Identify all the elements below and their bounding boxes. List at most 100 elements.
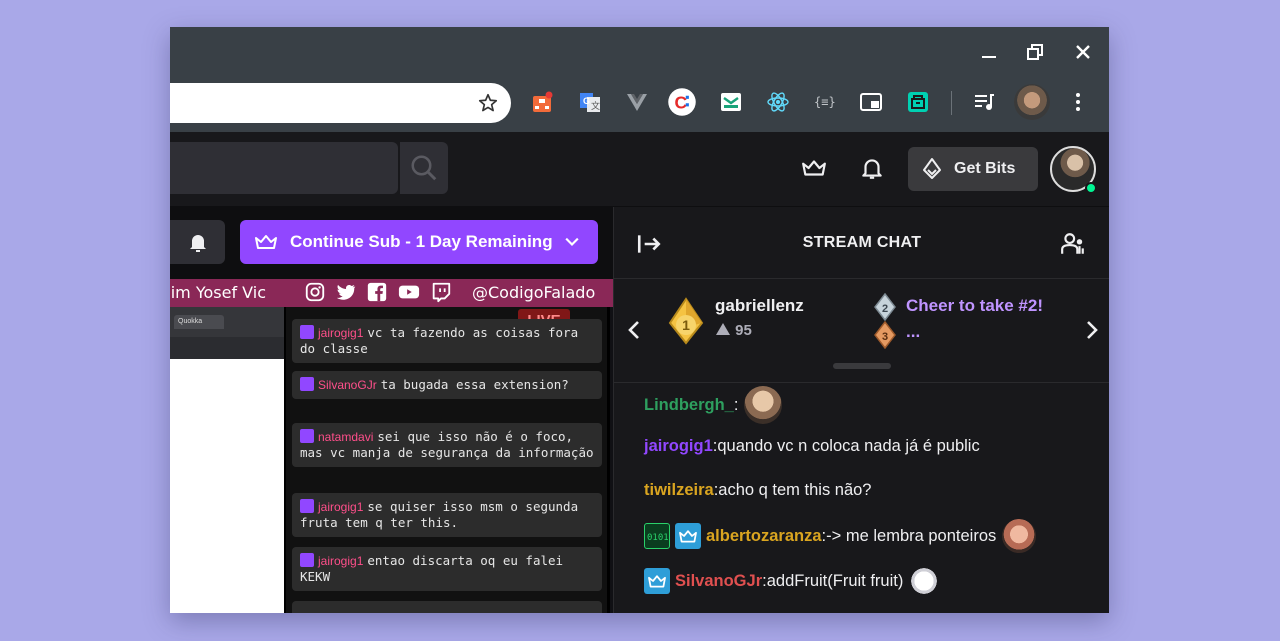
- overlay-username: SilvanoGJr: [318, 378, 377, 392]
- banner-names: Jim Yosef Vic: [170, 283, 267, 302]
- chat-username[interactable]: albertozaranza: [706, 527, 822, 546]
- bell-icon: [189, 235, 206, 252]
- facebook-icon: [367, 282, 387, 302]
- chat-separator: :: [733, 395, 739, 414]
- twitch-badge-icon: [300, 553, 314, 567]
- restore-icon: [1027, 44, 1043, 60]
- overlay-message: jairogig1 entao discarta oq eu falei KEKW: [292, 547, 602, 591]
- minimize-icon: [982, 56, 996, 58]
- third-cheerer-name: ...: [906, 322, 921, 341]
- twitter-icon: [336, 284, 356, 300]
- top-cheerer-score-value: 95: [735, 322, 752, 339]
- picture-in-picture-icon[interactable]: [856, 87, 886, 117]
- rank-2-number: 2: [882, 303, 888, 315]
- restore-button[interactable]: [1022, 39, 1048, 65]
- crown-icon: [255, 235, 277, 249]
- notifications-button[interactable]: [857, 153, 887, 183]
- browser-window: G文 C {≡} Get Bits Continue Sub - 1 Day R…: [170, 27, 1109, 613]
- continue-sub-label: Continue Sub - 1 Day Remaining: [290, 232, 553, 251]
- stream-banner: Jim Yosef Vic @CodigoFalado: [170, 279, 613, 307]
- channel-notification-button[interactable]: [170, 220, 225, 264]
- json-formatter-icon[interactable]: {≡}: [810, 87, 840, 117]
- rank-3-bronze-icon: 3: [874, 321, 896, 349]
- chat-message-list: Lindbergh_: jairogig1: quando vc n coloc…: [614, 383, 1109, 613]
- chat-text: acho q tem this não?: [718, 481, 872, 499]
- bookmark-star-icon[interactable]: [477, 92, 499, 114]
- chevron-down-icon: [565, 237, 579, 247]
- chat-text: addFruit(Fruit fruit): [766, 571, 904, 590]
- mask-emote-icon: [909, 566, 940, 596]
- overlay-username: jairogig1: [318, 500, 364, 514]
- chat-message: jairogig1: quando vc n coloca nada já é …: [644, 437, 980, 456]
- stream-chat-panel: STREAM CHAT 1 gabriellenz 95 2 3 Cheer t…: [613, 207, 1109, 613]
- chat-message: tiwilzeira: acho q tem this não?: [644, 481, 871, 500]
- chat-message: SilvanoGJr: addFruit(Fruit fruit): [644, 566, 940, 596]
- face-emote-icon: [744, 386, 783, 424]
- google-translate-icon[interactable]: G文: [575, 87, 605, 117]
- rank-2-silver-icon: 2: [874, 293, 896, 321]
- chat-title: STREAM CHAT: [802, 234, 922, 251]
- screen-share-browser: Quokka: [170, 307, 284, 613]
- chat-text: -> me lembra ponteiros: [826, 526, 997, 545]
- banner-handle: @CodigoFalado: [472, 283, 596, 302]
- media-playlist-icon[interactable]: [969, 87, 999, 117]
- react-devtools-icon[interactable]: [763, 87, 793, 117]
- search-button[interactable]: [398, 142, 448, 194]
- crown-icon: [802, 160, 826, 176]
- archive-extension-icon[interactable]: [903, 87, 933, 117]
- twitch-badge-icon: [300, 325, 314, 339]
- twitch-top-nav: Get Bits: [170, 132, 1109, 207]
- org-chart-icon[interactable]: [527, 87, 557, 117]
- video-player[interactable]: Jim Yosef Vic @CodigoFalado Quokka LIVE …: [170, 279, 613, 613]
- chat-username[interactable]: jairogig1: [644, 437, 713, 456]
- svg-text:G: G: [583, 96, 590, 106]
- overlay-message: jairogig1 vc ta fazendo as coisas fora do…: [292, 319, 602, 363]
- title-bar: [170, 27, 1109, 77]
- prime-crown-button[interactable]: [799, 153, 829, 183]
- mail-extension-icon[interactable]: [716, 87, 746, 117]
- cheer-to-take-link[interactable]: Cheer to take #2!: [906, 296, 1043, 316]
- continue-sub-button[interactable]: Continue Sub - 1 Day Remaining: [240, 220, 598, 264]
- get-bits-label: Get Bits: [954, 160, 1016, 177]
- close-button[interactable]: [1070, 39, 1096, 65]
- search-icon: [411, 155, 437, 181]
- svg-text:{≡}: {≡}: [814, 95, 836, 109]
- binary-badge-icon: 0101: [644, 523, 670, 549]
- community-icon[interactable]: [1060, 231, 1086, 257]
- screen-share-toolbar: [170, 337, 284, 359]
- leaderboard-collapse-handle[interactable]: [833, 363, 891, 369]
- twitch-icon: [432, 282, 451, 303]
- screen-share-browser-chrome: Quokka: [170, 307, 284, 359]
- chat-message: 0101 albertozaranza: -> me lembra pontei…: [644, 519, 1037, 553]
- face-emote-icon: [1002, 519, 1037, 553]
- vue-devtools-icon[interactable]: [622, 87, 652, 117]
- minimize-button[interactable]: [976, 39, 1002, 65]
- svg-text:0101: 0101: [647, 533, 668, 543]
- toolbar-separator: [951, 91, 952, 115]
- overlay-message: jairogig1 se quiser isso msm o segunda fr…: [292, 493, 602, 537]
- profile-avatar[interactable]: [1014, 84, 1050, 120]
- browser-toolbar: G文 C {≡}: [170, 77, 1109, 132]
- chat-username[interactable]: tiwilzeira: [644, 481, 714, 500]
- channel-action-bar: Continue Sub - 1 Day Remaining: [170, 207, 613, 279]
- stream-chat-overlay: LIVE jairogig1vc ta fazendo as coisas fo…: [284, 307, 610, 613]
- svg-text:文: 文: [591, 100, 600, 111]
- overlay-message: natamdavi sei que isso não é o foco, mas …: [292, 423, 602, 467]
- twitch-badge-icon: [300, 499, 314, 513]
- search-input[interactable]: [170, 142, 398, 194]
- rank-3-number: 3: [882, 331, 888, 343]
- clockify-icon[interactable]: C: [667, 87, 697, 117]
- chevron-left-icon[interactable]: [626, 319, 642, 341]
- chevron-right-icon[interactable]: [1084, 319, 1100, 341]
- bits-icon: [923, 158, 941, 179]
- chat-username[interactable]: SilvanoGJr: [675, 572, 762, 591]
- top-cheerer-name: gabriellenz: [715, 296, 804, 315]
- bits-leaderboard: 1 gabriellenz 95 2 3 Cheer to take #2! .…: [614, 279, 1109, 383]
- chat-header: STREAM CHAT: [614, 207, 1109, 279]
- address-bar[interactable]: [170, 83, 511, 123]
- chat-username[interactable]: Lindbergh_: [644, 396, 734, 415]
- kebab-menu-icon[interactable]: [1063, 87, 1093, 117]
- rank-1-number: 1: [682, 317, 690, 333]
- bell-icon: [862, 159, 882, 179]
- get-bits-button[interactable]: Get Bits: [908, 147, 1038, 191]
